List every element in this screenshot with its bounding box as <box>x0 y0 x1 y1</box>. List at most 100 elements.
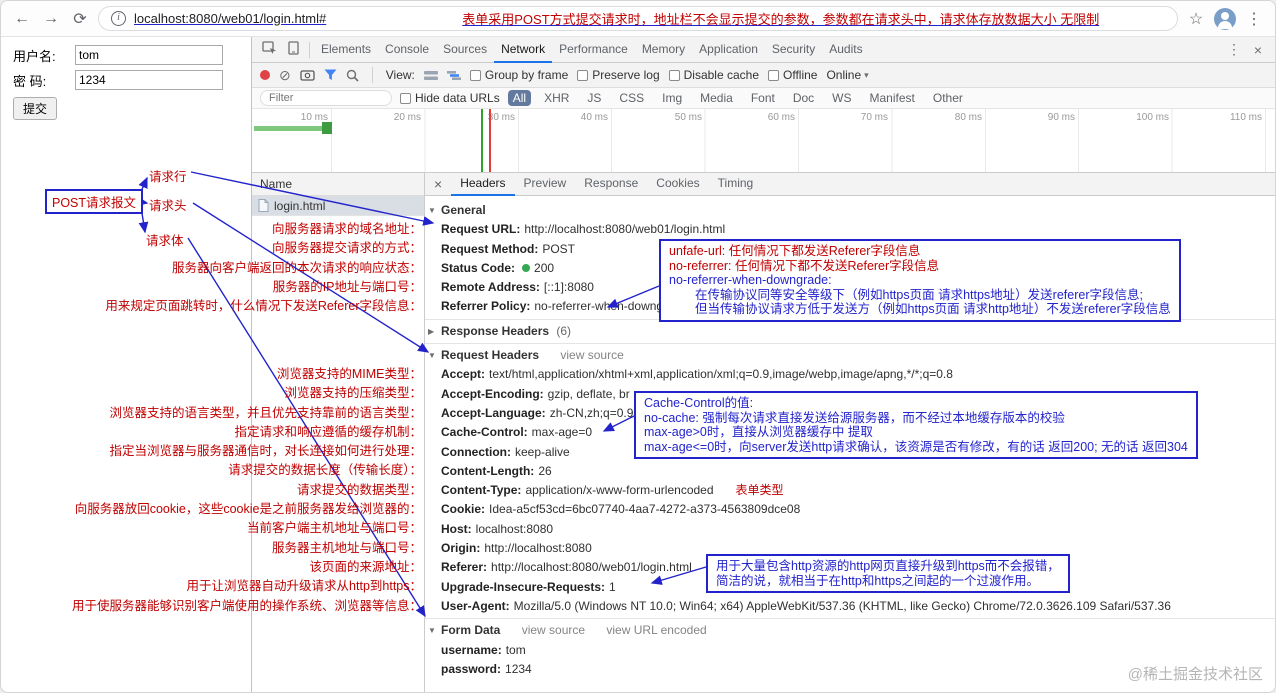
header-name: Host: <box>441 521 472 536</box>
username-input[interactable] <box>75 45 223 65</box>
url-text[interactable]: localhost:8080/web01/login.html# <box>134 11 326 26</box>
view-source-link[interactable]: view source <box>560 348 623 362</box>
request-row-login[interactable]: login.html <box>252 196 424 216</box>
header-row: Request Method: POST <box>425 240 1275 259</box>
request-detail-pane: × Headers Preview Response Cookies Timin… <box>425 173 1275 692</box>
request-name: login.html <box>274 198 326 213</box>
timeline-tick-label: 50 ms <box>674 112 702 123</box>
header-row: User-Agent: Mozilla/5.0 (Windows NT 10.0;… <box>425 597 1275 616</box>
tab-sources[interactable]: Sources <box>436 37 494 63</box>
reload-icon[interactable]: ⟳ <box>69 9 91 29</box>
record-icon[interactable] <box>260 70 270 80</box>
address-bar[interactable]: i localhost:8080/web01/login.html# 表单采用P… <box>98 6 1178 31</box>
disable-cache-checkbox[interactable]: Disable cache <box>668 68 759 82</box>
detail-tabbar: × Headers Preview Response Cookies Timin… <box>425 173 1275 196</box>
filter-type-img[interactable]: Img <box>657 90 687 106</box>
header-value: http://localhost:8080/web01/login.html <box>491 560 692 575</box>
filter-type-css[interactable]: CSS <box>614 90 649 106</box>
tab-response[interactable]: Response <box>575 173 647 196</box>
timeline-tick-label: 10 ms <box>300 112 328 123</box>
header-value: keep-alive <box>515 444 570 459</box>
chevron-down-icon: ▾ <box>864 69 869 80</box>
devtools-menu-icon[interactable]: ⋮ <box>1222 41 1246 58</box>
preserve-log-checkbox[interactable]: Preserve log <box>577 68 660 82</box>
timeline-request-block <box>322 122 332 134</box>
param-value: tom <box>505 642 526 657</box>
header-value: no-referrer-when-downgrade <box>534 299 688 314</box>
tab-performance[interactable]: Performance <box>552 37 635 63</box>
header-value: POST <box>542 241 576 256</box>
offline-checkbox[interactable]: Offline <box>768 68 817 82</box>
request-headers-section-header[interactable]: ▼ Request Headers view source <box>425 346 1275 365</box>
tab-audits[interactable]: Audits <box>822 37 869 63</box>
filter-type-all[interactable]: All <box>507 90 532 106</box>
tab-memory[interactable]: Memory <box>635 37 692 63</box>
filter-icon[interactable] <box>324 69 337 81</box>
throttling-select[interactable]: Online ▾ <box>826 68 868 82</box>
screenshot-root: ← → ⟳ i localhost:8080/web01/login.html#… <box>0 0 1276 693</box>
screenshot-capture-icon[interactable] <box>300 69 315 81</box>
back-icon[interactable]: ← <box>11 10 33 28</box>
header-value: text/html,application/xhtml+xml,applicat… <box>489 367 953 382</box>
filter-type-xhr[interactable]: XHR <box>539 90 574 106</box>
filter-type-other[interactable]: Other <box>928 90 968 106</box>
forward-icon[interactable]: → <box>40 10 62 28</box>
tab-cookies[interactable]: Cookies <box>647 173 708 196</box>
timeline-overview[interactable]: 10 ms 20 ms 30 ms 40 ms 50 ms 60 ms 70 m… <box>252 109 1275 173</box>
header-name: Content-Type: <box>441 483 522 498</box>
form-data-section-header[interactable]: ▼ Form Data view source view URL encoded <box>425 621 1275 640</box>
address-bar-annotation: 表单采用POST方式提交请求时，地址栏不会显示提交的参数，参数都在请求头中，请求… <box>462 12 1100 27</box>
header-name: Referer: <box>441 560 488 575</box>
request-head-label: 请求头 <box>149 199 187 213</box>
filter-type-doc[interactable]: Doc <box>788 90 819 106</box>
use-large-rows-icon[interactable] <box>423 70 438 81</box>
view-source-link[interactable]: view source <box>522 623 585 637</box>
header-name: Content-Length: <box>441 463 535 478</box>
timeline-request-bar <box>254 126 332 131</box>
search-icon[interactable] <box>346 69 359 82</box>
triangle-down-icon: ▼ <box>428 351 436 361</box>
header-name: Accept-Language: <box>441 405 546 420</box>
devtools-close-icon[interactable]: × <box>1246 42 1270 58</box>
tab-headers[interactable]: Headers <box>451 173 515 196</box>
filter-type-manifest[interactable]: Manifest <box>865 90 920 106</box>
tab-elements[interactable]: Elements <box>314 37 378 63</box>
page-info-icon[interactable]: i <box>111 11 126 26</box>
tab-preview[interactable]: Preview <box>515 173 576 196</box>
group-by-frame-checkbox[interactable]: Group by frame <box>469 68 568 82</box>
close-detail-icon[interactable]: × <box>425 176 451 192</box>
password-input[interactable] <box>75 70 223 90</box>
inspect-element-icon[interactable] <box>257 41 281 58</box>
tab-security[interactable]: Security <box>765 37 822 63</box>
header-row: Cookie: Idea-a5cf53cd=6bc07740-4aa7-4272-… <box>425 500 1275 519</box>
tab-application[interactable]: Application <box>692 37 765 63</box>
browser-menu-icon[interactable]: ⋮ <box>1243 9 1265 29</box>
divider <box>371 67 373 83</box>
profile-avatar[interactable] <box>1214 7 1236 30</box>
name-column-header[interactable]: Name <box>252 173 424 196</box>
filter-type-js[interactable]: JS <box>582 90 606 106</box>
filter-type-ws[interactable]: WS <box>827 90 856 106</box>
view-url-encoded-link[interactable]: view URL encoded <box>606 623 706 637</box>
triangle-right-icon: ▶ <box>428 326 435 336</box>
clear-icon[interactable]: ⊘ <box>279 68 291 82</box>
bookmark-star-icon[interactable]: ☆ <box>1185 9 1207 29</box>
submit-button[interactable]: 提交 <box>13 97 58 120</box>
tab-console[interactable]: Console <box>378 37 436 63</box>
filter-type-font[interactable]: Font <box>746 90 780 106</box>
general-section-header[interactable]: ▼ General <box>425 201 1275 220</box>
username-row: 用户名: <box>13 45 245 65</box>
network-body: Name login.html × Headers Preview Respon… <box>252 173 1275 692</box>
hide-data-urls-checkbox[interactable]: Hide data URLs <box>400 91 500 105</box>
preserve-log-label: Preserve log <box>592 68 660 82</box>
tab-network[interactable]: Network <box>494 37 553 63</box>
tab-timing[interactable]: Timing <box>709 173 763 196</box>
status-ok-dot-icon <box>522 263 531 272</box>
show-overview-icon[interactable] <box>446 70 461 81</box>
filter-input[interactable] <box>260 90 392 106</box>
filter-type-media[interactable]: Media <box>695 90 738 106</box>
response-headers-section-header[interactable]: ▶ Response Headers (6) <box>425 322 1275 341</box>
header-row: Remote Address: [::1]:8080 <box>425 278 1275 297</box>
triangle-down-icon: ▼ <box>428 206 436 215</box>
device-toolbar-icon[interactable] <box>281 41 305 58</box>
